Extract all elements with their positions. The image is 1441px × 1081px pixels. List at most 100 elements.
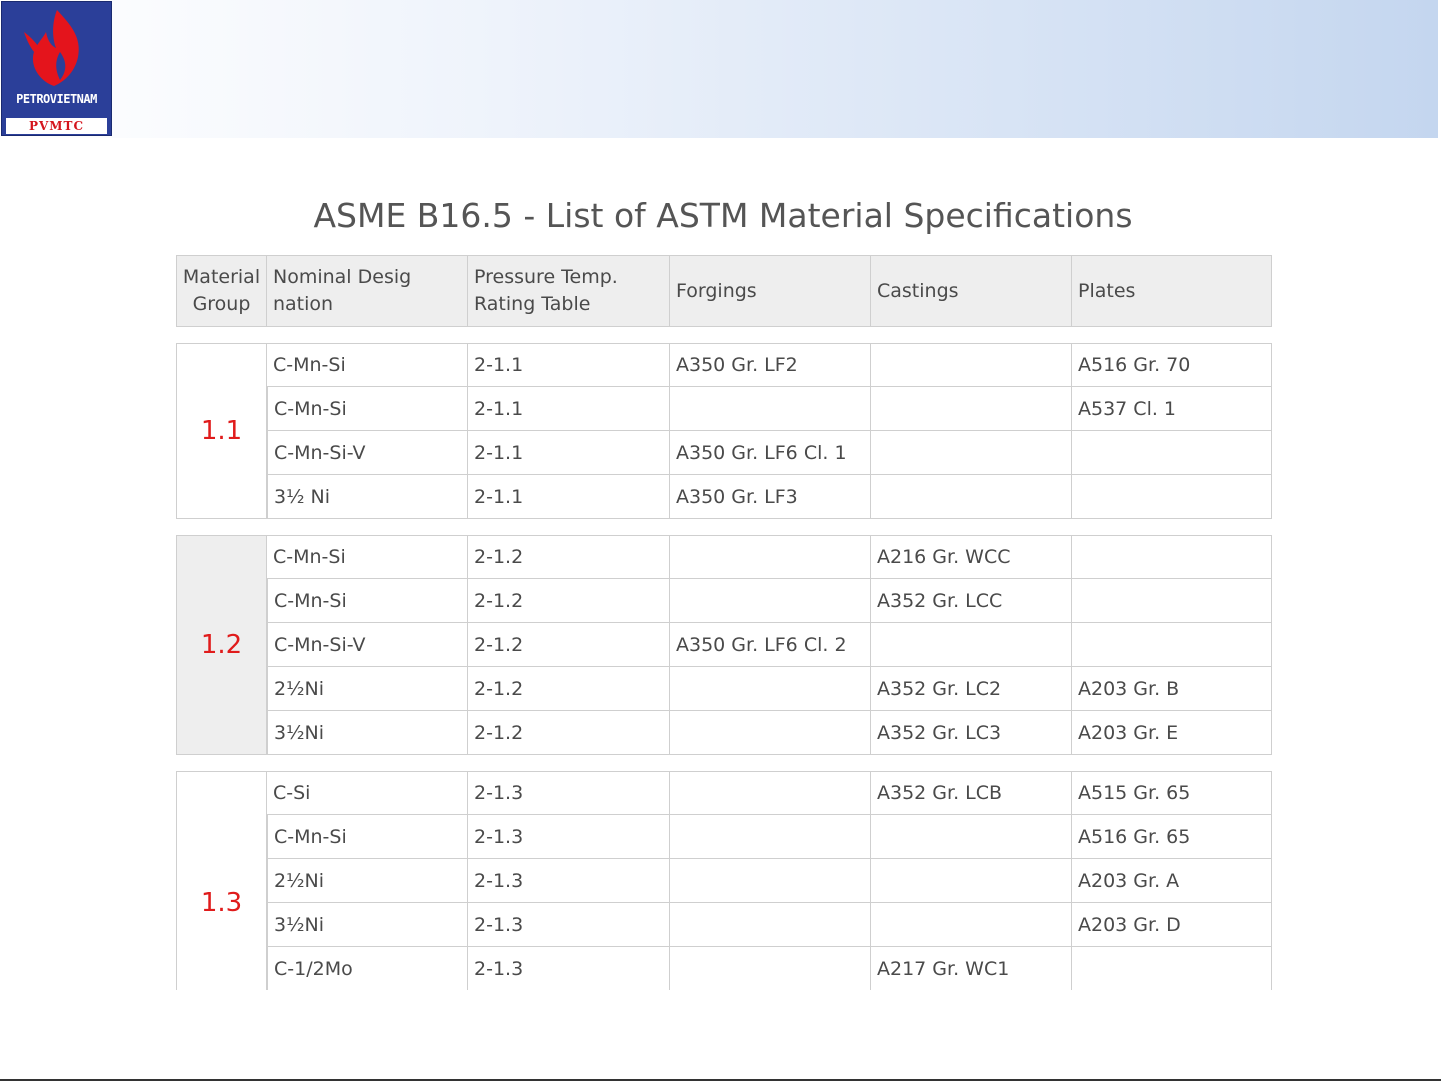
- cell-castings: [871, 859, 1072, 903]
- cell-plates: A515 Gr. 65: [1072, 771, 1272, 815]
- cell-nominal: C-Mn-Si: [267, 815, 468, 859]
- table-row: 3½ Ni 2-1.1 A350 Gr. LF3: [176, 475, 1272, 519]
- header-plates: Plates: [1072, 255, 1272, 327]
- cell-plates: A203 Gr. D: [1072, 903, 1272, 947]
- cell-nominal: C-Mn-Si: [267, 579, 468, 623]
- cell-forgings: [670, 859, 871, 903]
- cell-forgings: [670, 815, 871, 859]
- cell-plates: A203 Gr. A: [1072, 859, 1272, 903]
- group-label: 1.1: [176, 343, 267, 519]
- cell-plates: [1072, 535, 1272, 579]
- cell-nominal: C-1/2Mo: [267, 947, 468, 991]
- cell-forgings: A350 Gr. LF3: [670, 475, 871, 519]
- header-material-group: Material Group: [176, 255, 267, 327]
- cell-plates: [1072, 475, 1272, 519]
- cell-plates: A203 Gr. B: [1072, 667, 1272, 711]
- table-row: 2½Ni 2-1.3 A203 Gr. A: [176, 859, 1272, 903]
- cell-rating: 2-1.3: [468, 947, 670, 991]
- cell-rating: 2-1.3: [468, 903, 670, 947]
- group-label: 1.2: [176, 535, 267, 755]
- cell-rating: 2-1.2: [468, 667, 670, 711]
- cell-rating: 2-1.1: [468, 343, 670, 387]
- table-row: 2½Ni 2-1.2 A352 Gr. LC2 A203 Gr. B: [176, 667, 1272, 711]
- cell-plates: A516 Gr. 70: [1072, 343, 1272, 387]
- cell-plates: A203 Gr. E: [1072, 711, 1272, 755]
- cell-forgings: [670, 579, 871, 623]
- cell-castings: [871, 343, 1072, 387]
- header-banner: [0, 0, 1438, 138]
- cell-castings: A352 Gr. LC3: [871, 711, 1072, 755]
- cell-castings: [871, 903, 1072, 947]
- table-row: C-Mn-Si 2-1.3 A516 Gr. 65: [176, 815, 1272, 859]
- cell-castings: A352 Gr. LC2: [871, 667, 1072, 711]
- cell-castings: A352 Gr. LCC: [871, 579, 1072, 623]
- cell-castings: [871, 623, 1072, 667]
- header-castings: Castings: [871, 255, 1072, 327]
- logo-wordmark: PETROVIETNAM: [16, 92, 97, 106]
- cell-forgings: [670, 771, 871, 815]
- cell-rating: 2-1.2: [468, 711, 670, 755]
- cell-nominal: C-Si: [267, 771, 468, 815]
- cell-plates: A537 Cl. 1: [1072, 387, 1272, 431]
- cell-castings: A217 Gr. WC1: [871, 947, 1072, 991]
- cell-forgings: [670, 947, 871, 991]
- header-forgings: Forgings: [670, 255, 871, 327]
- table-row: C-Mn-Si 2-1.2 A352 Gr. LCC: [176, 579, 1272, 623]
- cell-castings: [871, 431, 1072, 475]
- cell-rating: 2-1.1: [468, 475, 670, 519]
- cell-nominal: 3½Ni: [267, 711, 468, 755]
- cell-plates: [1072, 947, 1272, 991]
- table-clip-mask: [0, 990, 1441, 1081]
- cell-rating: 2-1.1: [468, 387, 670, 431]
- cell-plates: A516 Gr. 65: [1072, 815, 1272, 859]
- cell-nominal: C-Mn-Si: [267, 343, 468, 387]
- table-row: 1.2 C-Mn-Si 2-1.2 A216 Gr. WCC: [176, 535, 1272, 755]
- cell-forgings: A350 Gr. LF2: [670, 343, 871, 387]
- table-row: C-Mn-Si-V 2-1.2 A350 Gr. LF6 Cl. 2: [176, 623, 1272, 667]
- header-rating-table: Pressure Temp. Rating Table: [468, 255, 670, 327]
- page-title: ASME B16.5 - List of ASTM Material Speci…: [313, 196, 1133, 235]
- cell-forgings: [670, 535, 871, 579]
- cell-rating: 2-1.1: [468, 431, 670, 475]
- cell-nominal: 2½Ni: [267, 859, 468, 903]
- cell-nominal: C-Mn-Si-V: [267, 431, 468, 475]
- cell-rating: 2-1.2: [468, 579, 670, 623]
- cell-forgings: A350 Gr. LF6 Cl. 1: [670, 431, 871, 475]
- cell-nominal: 3½ Ni: [267, 475, 468, 519]
- material-table: Material Group Nominal Desig nation Pressu…: [176, 255, 1272, 1035]
- cell-castings: A216 Gr. WCC: [871, 535, 1072, 579]
- cell-nominal: C-Mn-Si-V: [267, 623, 468, 667]
- cell-forgings: [670, 387, 871, 431]
- cell-nominal: C-Mn-Si: [267, 535, 468, 579]
- cell-rating: 2-1.3: [468, 771, 670, 815]
- cell-forgings: [670, 903, 871, 947]
- cell-nominal: C-Mn-Si: [267, 387, 468, 431]
- header-nominal-designation: Nominal Desig nation: [267, 255, 468, 327]
- cell-rating: 2-1.2: [468, 535, 670, 579]
- flame-icon: [24, 10, 79, 86]
- cell-forgings: A350 Gr. LF6 Cl. 2: [670, 623, 871, 667]
- cell-nominal: 3½Ni: [267, 903, 468, 947]
- cell-castings: A352 Gr. LCB: [871, 771, 1072, 815]
- cell-forgings: [670, 667, 871, 711]
- table-row: C-1/2Mo 2-1.3 A217 Gr. WC1: [176, 947, 1272, 991]
- table-header-row: Material Group Nominal Desig nation Pressu…: [176, 255, 1272, 327]
- cell-rating: 2-1.2: [468, 623, 670, 667]
- table-row: 3½Ni 2-1.2 A352 Gr. LC3 A203 Gr. E: [176, 711, 1272, 755]
- cell-plates: [1072, 431, 1272, 475]
- logo-subtitle: PVMTC: [6, 118, 107, 134]
- cell-castings: [871, 815, 1072, 859]
- table-row: C-Mn-Si-V 2-1.1 A350 Gr. LF6 Cl. 1: [176, 431, 1272, 475]
- cell-forgings: [670, 711, 871, 755]
- cell-plates: [1072, 579, 1272, 623]
- cell-rating: 2-1.3: [468, 815, 670, 859]
- table-row: 1.1 C-Mn-Si 2-1.1 A350 Gr. LF2 A516 Gr. …: [176, 343, 1272, 519]
- cell-rating: 2-1.3: [468, 859, 670, 903]
- table-row: C-Mn-Si 2-1.1 A537 Cl. 1: [176, 387, 1272, 431]
- table-row: 1.3 C-Si 2-1.3 A352 Gr. LCB A515 Gr. 65: [176, 771, 1272, 1035]
- cell-plates: [1072, 623, 1272, 667]
- cell-castings: [871, 475, 1072, 519]
- cell-castings: [871, 387, 1072, 431]
- table-row: 3½Ni 2-1.3 A203 Gr. D: [176, 903, 1272, 947]
- company-logo: PETROVIETNAM PVMTC: [1, 1, 112, 136]
